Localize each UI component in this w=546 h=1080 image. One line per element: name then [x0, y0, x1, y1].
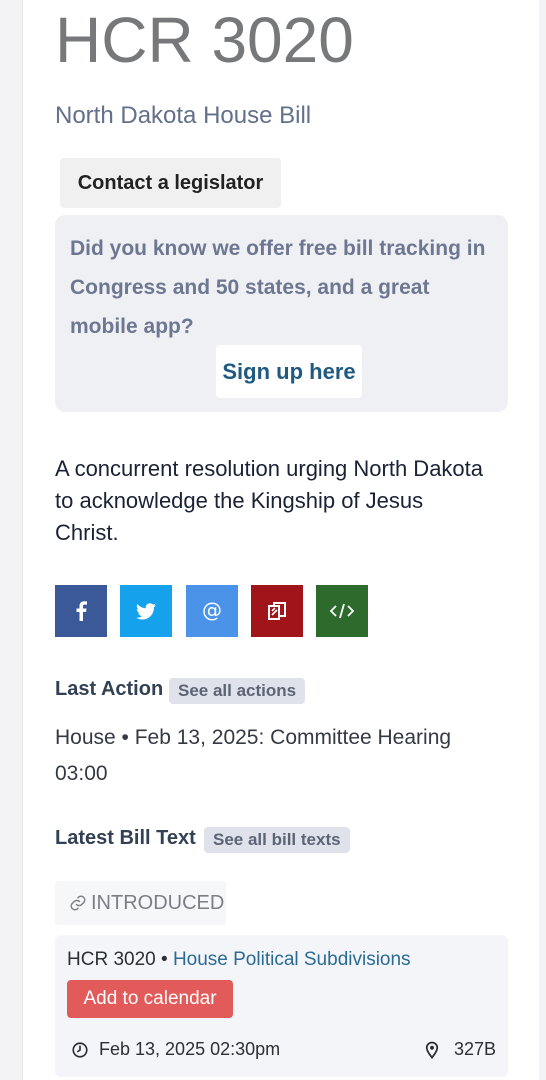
clock-icon — [72, 1041, 88, 1058]
introduced-label: INTRODUCED — [91, 892, 225, 914]
promo-text: Did you know we offer free bill tracking… — [70, 237, 486, 338]
last-action-label: Last Action — [55, 678, 164, 700]
hearing-separator: • — [155, 949, 173, 970]
hearing-room: 327B — [424, 1039, 496, 1060]
see-all-actions-link[interactable]: See all actions — [169, 678, 306, 704]
email-share-button[interactable]: @ — [186, 585, 238, 637]
see-all-bill-texts-link[interactable]: See all bill texts — [204, 827, 350, 853]
page-title: HCR 3020 — [55, 4, 354, 76]
promo-box: Did you know we offer free bill tracking… — [55, 215, 508, 412]
facebook-icon — [76, 601, 87, 621]
hearing-room-text: 327B — [453, 1039, 496, 1059]
link-icon — [70, 895, 86, 911]
copy-icon — [268, 602, 286, 620]
twitter-share-button[interactable] — [120, 585, 172, 637]
embed-code-icon — [330, 603, 354, 619]
committee-link[interactable]: House Political Subdivisions — [173, 949, 411, 970]
add-to-calendar-button[interactable]: Add to calendar — [67, 980, 233, 1018]
hearing-datetime: Feb 13, 2025 02:30pm — [71, 1039, 280, 1060]
bill-description: A concurrent resolution urging North Dak… — [55, 456, 484, 545]
signup-button[interactable]: Sign up here — [216, 345, 362, 398]
hearing-bill: HCR 3020 — [67, 949, 156, 970]
embed-share-button[interactable] — [316, 585, 368, 637]
last-action-text: House • Feb 13, 2025: Committee Hearing … — [55, 726, 452, 785]
page-subtitle: North Dakota House Bill — [55, 102, 312, 129]
twitter-icon — [136, 602, 156, 619]
hearing-datetime-text: Feb 13, 2025 02:30pm — [99, 1039, 281, 1059]
hearing-card: HCR 3020 • House Political Subdivisions … — [55, 935, 508, 1077]
latest-bill-text-label: Latest Bill Text — [55, 827, 196, 849]
hearing-title: HCR 3020 • House Political Subdivisions — [67, 949, 411, 971]
bill-page: HCR 3020 North Dakota House Bill Contact… — [22, 0, 539, 1080]
contact-legislator-button[interactable]: Contact a legislator — [60, 158, 281, 208]
copy-share-button[interactable] — [251, 585, 303, 637]
facebook-share-button[interactable] — [55, 585, 107, 637]
introduced-text-link[interactable]: INTRODUCED — [55, 881, 226, 925]
svg-text:@: @ — [202, 599, 222, 622]
location-pin-icon — [425, 1041, 439, 1059]
email-icon: @ — [202, 599, 222, 622]
